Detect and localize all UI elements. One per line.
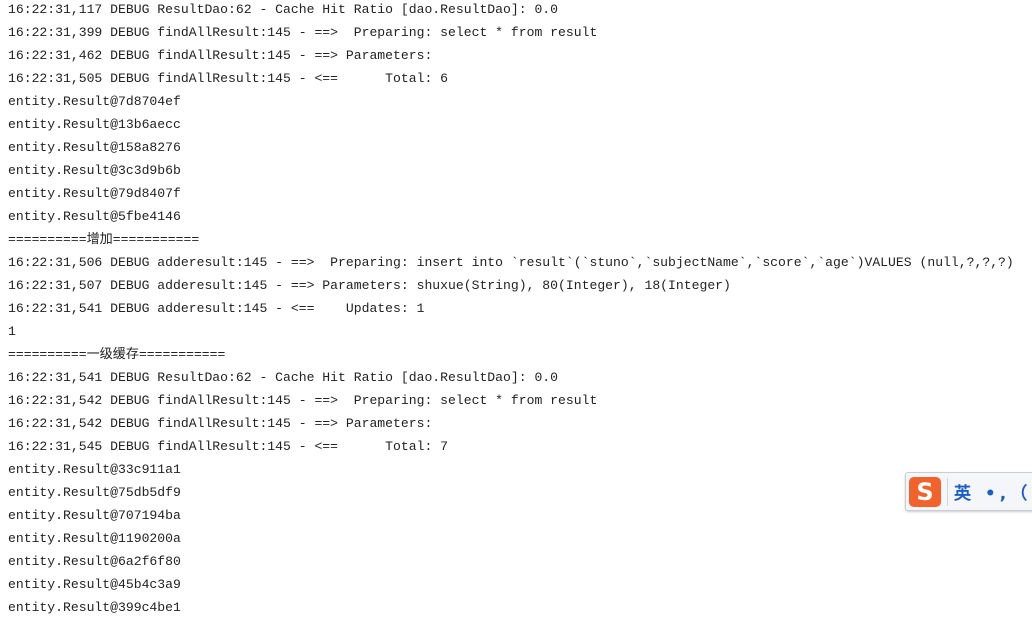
console-line: entity.Result@5fbe4146 bbox=[8, 209, 181, 224]
console-line: entity.Result@3c3d9b6b bbox=[8, 163, 181, 178]
console-line: 16:22:31,506 DEBUG adderesult:145 - ==> … bbox=[8, 255, 1014, 270]
console-line: entity.Result@399c4be1 bbox=[8, 600, 181, 615]
console-line: entity.Result@13b6aecc bbox=[8, 117, 181, 132]
console-line: 16:22:31,541 DEBUG ResultDao:62 - Cache … bbox=[8, 370, 559, 385]
ime-divider bbox=[947, 477, 948, 506]
console-line: ==========增加=========== bbox=[8, 232, 200, 247]
ime-mode-indicator[interactable]: 英 •,（ bbox=[954, 479, 1031, 504]
ime-toolbar[interactable]: S 英 •,（ bbox=[905, 472, 1032, 511]
console-line: entity.Result@1190200a bbox=[8, 531, 181, 546]
console-line: ==========一级缓存=========== bbox=[8, 347, 226, 362]
console-line: 16:22:31,541 DEBUG adderesult:145 - <== … bbox=[8, 301, 425, 316]
console-line: entity.Result@707194ba bbox=[8, 508, 181, 523]
console-line: 16:22:31,117 DEBUG ResultDao:62 - Cache … bbox=[8, 2, 559, 17]
console-line: 16:22:31,507 DEBUG adderesult:145 - ==> … bbox=[8, 278, 731, 293]
console-line: 16:22:31,505 DEBUG findAllResult:145 - <… bbox=[8, 71, 449, 86]
console-line: 16:22:31,462 DEBUG findAllResult:145 - =… bbox=[8, 48, 441, 63]
console-output: 16:22:31,117 DEBUG ResultDao:62 - Cache … bbox=[8, 0, 1014, 621]
console-line: entity.Result@33c911a1 bbox=[8, 462, 181, 477]
console-line: entity.Result@75db5df9 bbox=[8, 485, 181, 500]
console-line: entity.Result@6a2f6f80 bbox=[8, 554, 181, 569]
console-line: entity.Result@45b4c3a9 bbox=[8, 577, 181, 592]
sogou-ime-icon[interactable]: S bbox=[909, 476, 941, 507]
console-line: 16:22:31,542 DEBUG findAllResult:145 - =… bbox=[8, 416, 441, 431]
console-line: 16:22:31,399 DEBUG findAllResult:145 - =… bbox=[8, 25, 598, 40]
console-line: 16:22:31,542 DEBUG findAllResult:145 - =… bbox=[8, 393, 598, 408]
console-line: 1 bbox=[8, 324, 16, 339]
console-line: 16:22:31,545 DEBUG findAllResult:145 - <… bbox=[8, 439, 449, 454]
console-line: entity.Result@7d8704ef bbox=[8, 94, 181, 109]
console-line: entity.Result@158a8276 bbox=[8, 140, 181, 155]
console-line: entity.Result@79d8407f bbox=[8, 186, 181, 201]
